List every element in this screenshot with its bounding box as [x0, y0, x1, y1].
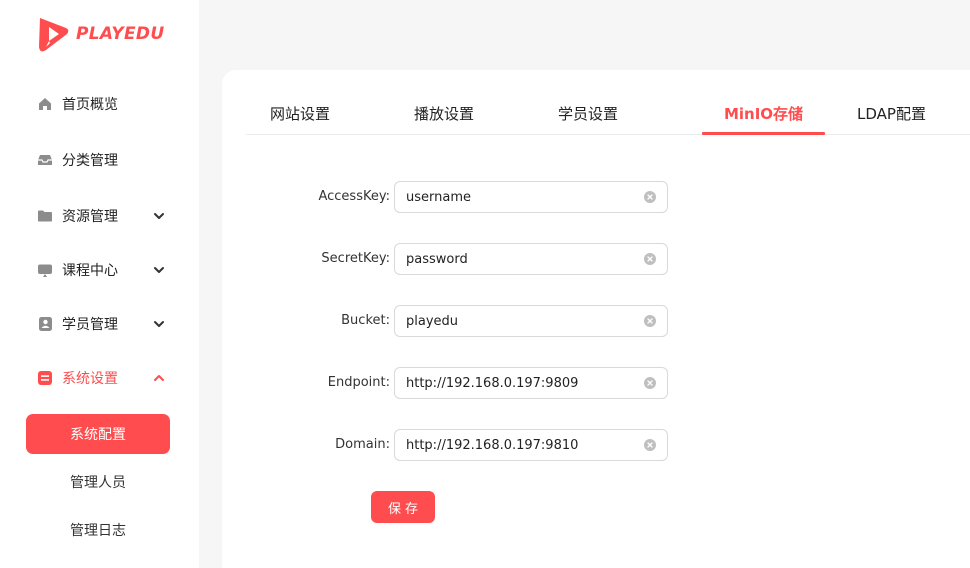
- sidebar-item-label: 学员管理: [62, 317, 118, 333]
- bucket-input[interactable]: [406, 306, 631, 336]
- sidebar-subitem-admin-logs[interactable]: 管理日志: [26, 510, 170, 550]
- sidebar-item-categories[interactable]: 分类管理: [0, 140, 199, 180]
- settings-box-icon: [37, 370, 53, 386]
- sidebar-item-dashboard[interactable]: 首页概览: [0, 84, 199, 124]
- settings-card: 网站设置 播放设置 学员设置 MinIO存储 LDAP配置 AccessKey:…: [222, 70, 970, 568]
- field-label: Endpoint:: [327, 375, 390, 390]
- tab-ldap-config[interactable]: LDAP配置: [857, 103, 926, 124]
- active-tab-indicator: [702, 132, 825, 135]
- folder-icon: [37, 208, 53, 224]
- brand-logo[interactable]: PLAYEDU: [34, 14, 164, 54]
- sidebar-item-resources[interactable]: 资源管理: [0, 196, 199, 236]
- endpoint-input[interactable]: [406, 368, 631, 398]
- clear-input-icon[interactable]: [644, 315, 656, 327]
- save-button[interactable]: 保存: [371, 491, 435, 523]
- sidebar-subitem-system-config[interactable]: 系统配置: [26, 414, 170, 454]
- sidebar-subitem-administrators[interactable]: 管理人员: [26, 462, 170, 502]
- clear-input-icon[interactable]: [644, 253, 656, 265]
- form-row-endpoint: Endpoint:: [246, 367, 846, 399]
- sidebar-item-label: 资源管理: [62, 209, 118, 225]
- endpoint-field: [394, 367, 668, 399]
- sidebar-item-courses[interactable]: 课程中心: [0, 250, 199, 290]
- main-content: 网站设置 播放设置 学员设置 MinIO存储 LDAP配置 AccessKey:…: [199, 46, 970, 568]
- tab-site-settings[interactable]: 网站设置: [270, 103, 330, 124]
- tab-minio-storage[interactable]: MinIO存储: [702, 103, 825, 124]
- monitor-icon: [37, 262, 53, 278]
- sidebar-item-label: 系统设置: [62, 371, 118, 387]
- sidebar-item-label: 首页概览: [62, 97, 118, 113]
- clear-input-icon[interactable]: [644, 377, 656, 389]
- brand-name: PLAYEDU: [76, 24, 165, 44]
- field-label: Domain:: [335, 437, 390, 452]
- secretkey-field: [394, 243, 668, 275]
- domain-field: [394, 429, 668, 461]
- sidebar: PLAYEDU 首页概览 分类管理 资源管理 课程中心 学员管理 系统设置 系统…: [0, 0, 199, 568]
- clear-input-icon[interactable]: [644, 439, 656, 451]
- field-label: AccessKey:: [318, 189, 390, 204]
- sidebar-item-students[interactable]: 学员管理: [0, 304, 199, 344]
- form-row-accesskey: AccessKey:: [246, 181, 846, 213]
- bucket-field: [394, 305, 668, 337]
- home-icon: [37, 96, 53, 112]
- form-row-secretkey: SecretKey:: [246, 243, 846, 275]
- form-row-domain: Domain:: [246, 429, 846, 461]
- inbox-icon: [37, 152, 53, 168]
- field-label: Bucket:: [341, 313, 390, 328]
- chevron-down-icon: [154, 321, 164, 327]
- form-row-bucket: Bucket:: [246, 305, 846, 337]
- chevron-down-icon: [154, 213, 164, 219]
- accesskey-input[interactable]: [406, 182, 631, 212]
- secretkey-input[interactable]: [406, 244, 631, 274]
- playedu-logo-icon: [39, 18, 69, 52]
- settings-tabs: 网站设置 播放设置 学员设置 MinIO存储 LDAP配置: [246, 95, 970, 135]
- accesskey-field: [394, 181, 668, 213]
- field-label: SecretKey:: [321, 251, 390, 266]
- app-root: PLAYEDU 首页概览 分类管理 资源管理 课程中心 学员管理 系统设置 系统…: [0, 0, 970, 568]
- tab-playback-settings[interactable]: 播放设置: [414, 103, 474, 124]
- chevron-up-icon: [154, 375, 164, 381]
- domain-input[interactable]: [406, 430, 631, 460]
- clear-input-icon[interactable]: [644, 191, 656, 203]
- sidebar-item-label: 分类管理: [62, 153, 118, 169]
- sidebar-item-system-settings[interactable]: 系统设置: [0, 358, 199, 398]
- contact-card-icon: [37, 316, 53, 332]
- sidebar-item-label: 课程中心: [62, 263, 118, 279]
- tab-student-settings[interactable]: 学员设置: [558, 103, 618, 124]
- chevron-down-icon: [154, 267, 164, 273]
